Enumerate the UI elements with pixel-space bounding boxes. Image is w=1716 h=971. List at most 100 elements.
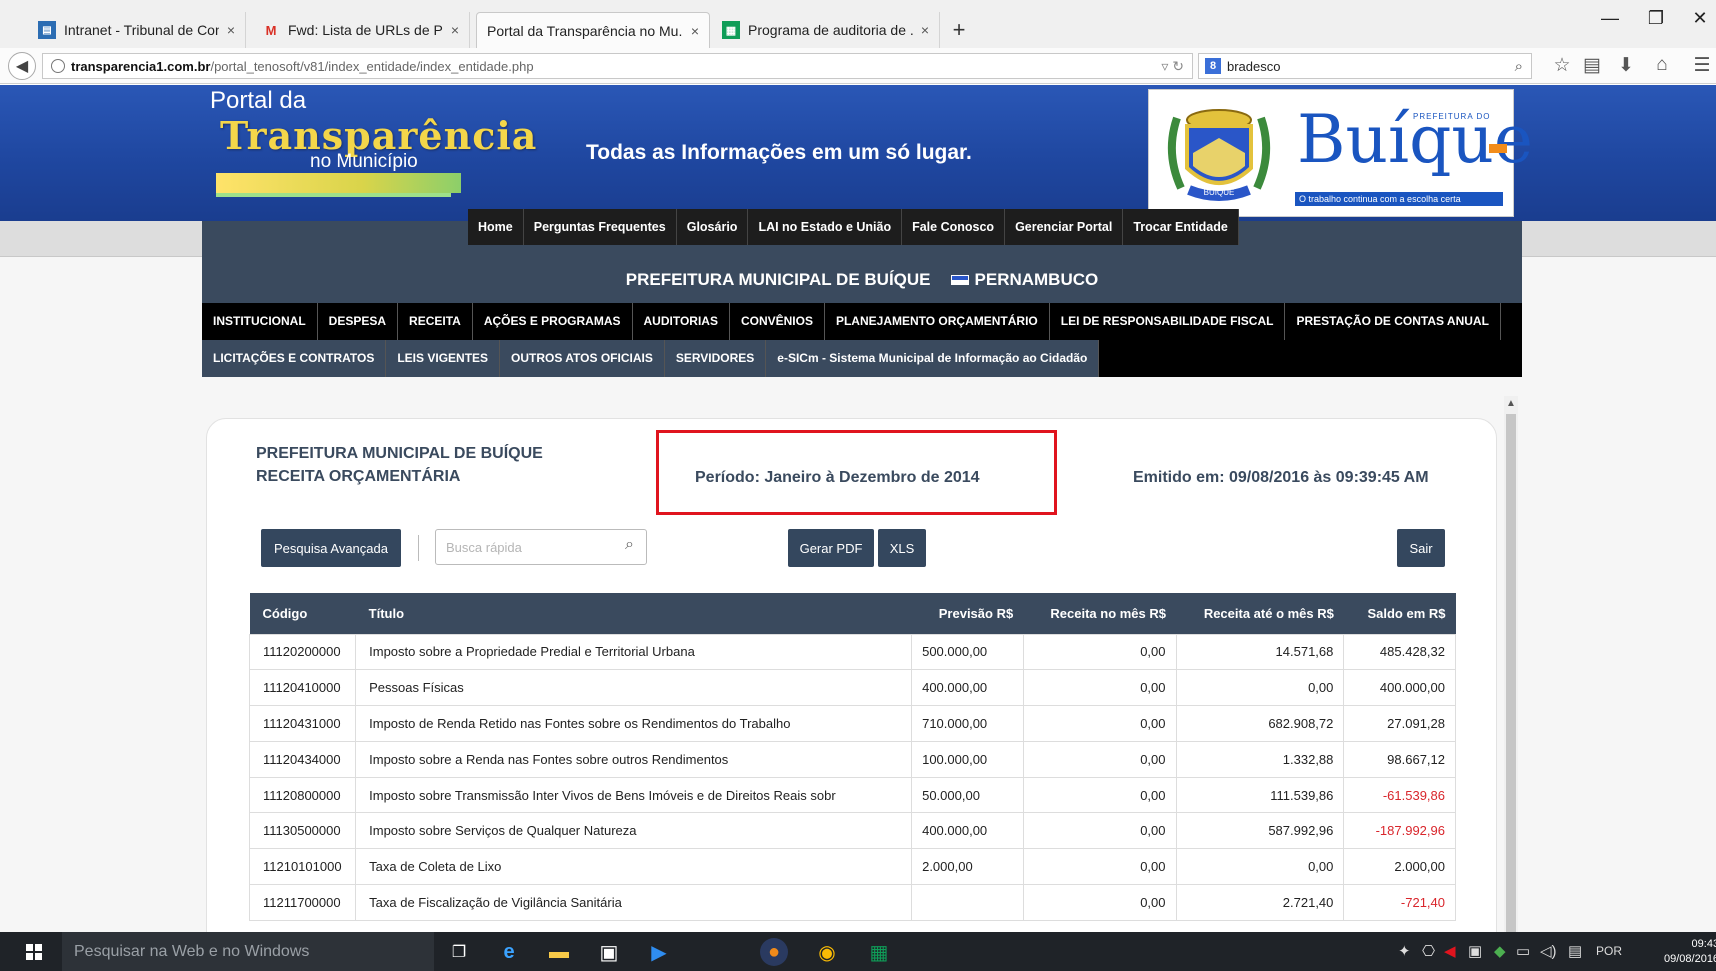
scrollbar[interactable]: ▲: [1504, 396, 1518, 936]
tray-network-icon[interactable]: ✦: [1398, 942, 1411, 960]
cat-despesa[interactable]: DESPESA: [318, 303, 399, 340]
close-icon[interactable]: ×: [451, 22, 459, 38]
table-row[interactable]: 11120434000 Imposto sobre a Renda nas Fon…: [248, 740, 1456, 778]
close-icon[interactable]: ×: [691, 23, 699, 39]
firefox-icon[interactable]: ●: [760, 938, 788, 966]
advanced-search-button[interactable]: Pesquisa Avançada: [261, 529, 401, 567]
task-view-icon[interactable]: ❐: [445, 938, 473, 966]
tce-icon: ▤: [38, 21, 56, 39]
minimize-icon[interactable]: —: [1590, 8, 1630, 29]
tray-keyboard-icon[interactable]: ▤: [1568, 942, 1582, 960]
sheets-icon: ▦: [722, 21, 740, 39]
table-row[interactable]: 11130500000 Imposto sobre Serviços de Qua…: [248, 812, 1456, 850]
cell-receita-ate-mes: 111.539,86: [1175, 776, 1345, 814]
cat-prestacao-contas[interactable]: PRESTAÇÃO DE CONTAS ANUAL: [1285, 303, 1501, 340]
search-icon[interactable]: ⌕: [625, 536, 634, 554]
tab-gmail[interactable]: M Fwd: Lista de URLs de Port... ×: [252, 12, 470, 48]
cell-previsao: 400.000,00: [911, 812, 1024, 850]
cell-previsao: 400.000,00: [911, 669, 1024, 707]
menu-icon[interactable]: ☰: [1690, 54, 1714, 77]
menu-item-contact[interactable]: Fale Conosco: [902, 209, 1006, 245]
tab-intranet[interactable]: ▤ Intranet - Tribunal de Cont... ×: [28, 12, 246, 48]
scroll-up-icon[interactable]: ▲: [1506, 398, 1516, 409]
windows-start-icon[interactable]: [26, 944, 42, 960]
report-header: PREFEITURA MUNICIPAL DE BUÍQUE RECEITA O…: [256, 442, 543, 488]
cat-servidores[interactable]: SERVIDORES: [665, 340, 767, 377]
menu-item-change-entity[interactable]: Trocar Entidade: [1123, 209, 1239, 245]
windows-taskbar: Pesquisar na Web e no Windows ❐ e ▬ ▣ ▶ …: [0, 932, 1716, 971]
tab-programa-auditoria[interactable]: ▦ Programa de auditoria de ... ×: [712, 12, 940, 48]
table-row[interactable]: 11120410000 Pessoas Físicas 400.000,00 0,00…: [248, 669, 1456, 707]
col-receita-mes[interactable]: Receita no mês R$: [1023, 593, 1176, 634]
cat-esic[interactable]: e-SICm - Sistema Municipal de Informação…: [766, 340, 1100, 377]
tray-app-icon[interactable]: ▣: [1468, 942, 1482, 960]
cat-outros-atos[interactable]: OUTROS ATOS OFICIAIS: [500, 340, 665, 377]
cat-receita[interactable]: RECEITA: [398, 303, 473, 340]
quick-search-input[interactable]: [435, 529, 647, 565]
file-explorer-icon[interactable]: ▬: [545, 938, 573, 966]
table-row[interactable]: 11120431000 Imposto de Renda Retido nas F…: [248, 705, 1456, 742]
cat-institucional[interactable]: INSTITUCIONAL: [202, 303, 318, 340]
cell-titulo: Imposto sobre a Renda nas Fontes sobre o…: [355, 740, 913, 778]
municipality-logo: BUIQUE PREFEITURA DO Buíque O trabalho c…: [1148, 89, 1533, 217]
search-engine-icon[interactable]: 8: [1205, 58, 1221, 74]
col-codigo[interactable]: Código: [249, 593, 356, 634]
media-player-icon[interactable]: ▶: [645, 938, 673, 966]
language-indicator[interactable]: POR: [1596, 944, 1622, 958]
close-window-icon[interactable]: ✕: [1680, 8, 1716, 29]
menu-item-manage-portal[interactable]: Gerenciar Portal: [1005, 209, 1124, 245]
tray-wifi-icon[interactable]: ▭: [1516, 942, 1530, 960]
table-row[interactable]: 11120200000 Imposto sobre a Propriedade P…: [248, 633, 1456, 671]
back-arrow-icon[interactable]: ◀: [8, 52, 36, 80]
sheets-app-icon[interactable]: ▦: [865, 938, 893, 966]
tray-app-icon[interactable]: ⎔: [1422, 942, 1435, 960]
close-icon[interactable]: ×: [227, 22, 235, 38]
cat-lrf[interactable]: LEI DE RESPONSABILIDADE FISCAL: [1050, 303, 1286, 340]
cat-acoes-programas[interactable]: AÇÕES E PROGRAMAS: [473, 303, 633, 340]
xls-button[interactable]: XLS: [878, 529, 926, 567]
search-icon[interactable]: ⌕: [1515, 58, 1523, 75]
new-tab-button[interactable]: +: [943, 12, 975, 48]
exit-button[interactable]: Sair: [1397, 529, 1445, 567]
cat-licitacoes[interactable]: LICITAÇÕES E CONTRATOS: [202, 340, 387, 377]
cell-receita-ate-mes: 0,00: [1175, 669, 1345, 707]
col-previsao[interactable]: Previsão R$: [911, 593, 1024, 634]
tray-volume-icon[interactable]: ◁): [1540, 942, 1557, 960]
table-row[interactable]: 11210101000 Taxa de Coleta de Lixo 2.000,0…: [248, 848, 1456, 886]
menu-item-faq[interactable]: Perguntas Frequentes: [523, 209, 677, 245]
category-menu: INSTITUCIONAL DESPESA RECEITA AÇÕES E PR…: [202, 303, 1522, 377]
cat-leis-vigentes[interactable]: LEIS VIGENTES: [386, 340, 501, 377]
table-row[interactable]: 11211700000 Taxa de Fiscalização de Vigil…: [248, 884, 1456, 921]
cat-auditorias[interactable]: AUDITORIAS: [633, 303, 730, 340]
address-bar[interactable]: transparencia1.com.br /portal_tenosoft/v…: [42, 53, 1193, 79]
taskbar-clock[interactable]: 09:43 09/08/2016: [1664, 937, 1716, 967]
home-icon[interactable]: ⌂: [1650, 54, 1674, 76]
menu-item-lai[interactable]: LAI no Estado e União: [748, 209, 903, 245]
download-icon[interactable]: ⬇: [1614, 54, 1638, 77]
menu-item-glossary[interactable]: Glosário: [676, 209, 749, 245]
cat-convenios[interactable]: CONVÊNIOS: [730, 303, 825, 340]
cell-receita-ate-mes: 14.571,68: [1175, 633, 1345, 671]
cat-planejamento[interactable]: PLANEJAMENTO ORÇAMENTÁRIO: [825, 303, 1050, 340]
tray-shield-icon[interactable]: ◆: [1494, 942, 1506, 960]
tray-arrow-icon[interactable]: ◀: [1444, 942, 1456, 960]
tab-portal-transparencia[interactable]: Portal da Transparência no Mu... ×: [476, 12, 710, 48]
generate-pdf-button[interactable]: Gerar PDF: [788, 529, 874, 567]
col-saldo[interactable]: Saldo em R$: [1343, 593, 1456, 634]
menu-item-home[interactable]: Home: [468, 209, 524, 245]
store-icon[interactable]: ▣: [595, 938, 623, 966]
col-titulo[interactable]: Título: [355, 593, 912, 634]
edge-icon[interactable]: e: [495, 938, 523, 966]
taskbar-search[interactable]: Pesquisar na Web e no Windows: [62, 932, 434, 971]
cell-receita-mes: 0,00: [1022, 705, 1177, 742]
table-row[interactable]: 11120800000 Imposto sobre Transmissão Int…: [248, 776, 1456, 814]
chrome-icon[interactable]: ◉: [813, 938, 841, 966]
reload-icon[interactable]: ▿ ↻: [1161, 58, 1184, 75]
bookmark-star-icon[interactable]: ☆: [1550, 54, 1574, 77]
restore-icon[interactable]: ❐: [1636, 8, 1676, 29]
scrollbar-thumb[interactable]: [1506, 414, 1516, 934]
close-icon[interactable]: ×: [921, 22, 929, 38]
search-bar[interactable]: 8 bradesco ⌕: [1198, 53, 1532, 79]
reading-list-icon[interactable]: ▤: [1580, 54, 1604, 77]
col-receita-ate-mes[interactable]: Receita até o mês R$: [1176, 593, 1344, 634]
